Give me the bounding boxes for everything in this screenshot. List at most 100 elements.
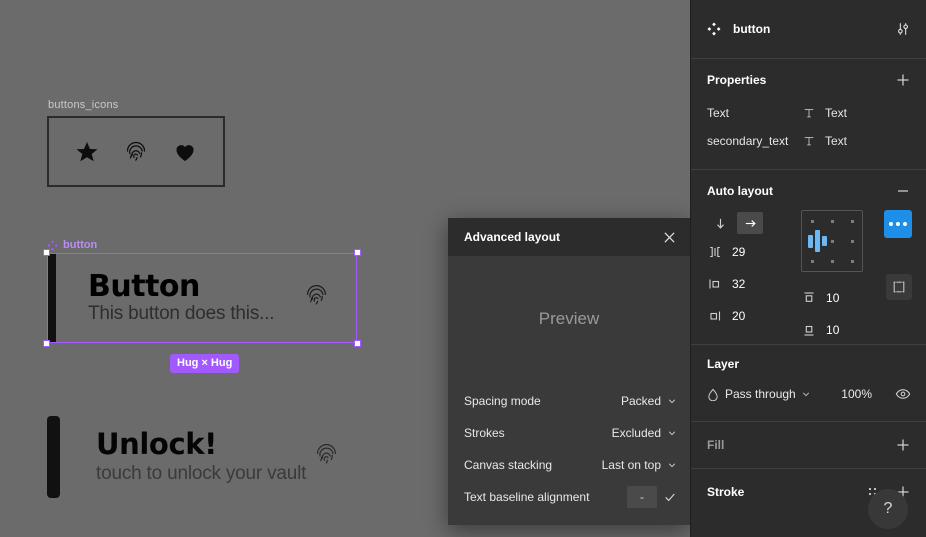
sliders-icon[interactable]	[894, 20, 912, 38]
arrow-right-icon[interactable]	[737, 212, 763, 234]
dialog-preview-area: Preview	[448, 256, 690, 381]
star-icon[interactable]	[74, 139, 100, 165]
padding-top-icon	[801, 291, 817, 305]
properties-section: Properties Text Text secondary_text Text	[691, 59, 926, 169]
component-set-icon	[707, 22, 721, 36]
row-canvas-stacking[interactable]: Canvas stacking Last on top	[448, 449, 690, 481]
heart-icon[interactable]	[172, 139, 198, 165]
padding-left-field[interactable]: 32	[707, 268, 795, 300]
auto-layout-section: Auto layout 29 32 20 10 10	[691, 170, 926, 344]
preview-label: Preview	[538, 308, 600, 328]
row-text-baseline-alignment[interactable]: Text baseline alignment -	[448, 481, 690, 513]
blend-mode-value: Pass through	[725, 387, 796, 401]
frame-label-buttons-icons[interactable]: buttons_icons	[48, 99, 118, 111]
padding-top-value: 10	[826, 291, 840, 305]
align-dot[interactable]	[831, 240, 835, 243]
fingerprint-icon[interactable]	[123, 139, 149, 165]
align-dot[interactable]	[811, 260, 815, 263]
chevron-down-icon	[668, 431, 676, 436]
resize-handle-top-left[interactable]	[43, 249, 50, 256]
close-icon[interactable]	[663, 231, 676, 244]
dialog-title-bar[interactable]: Advanced layout	[448, 218, 690, 256]
plus-icon[interactable]	[894, 436, 912, 454]
minus-icon[interactable]	[894, 182, 912, 200]
padding-top-field[interactable]: 10	[801, 282, 870, 314]
resize-handle-bottom-right[interactable]	[354, 340, 361, 347]
align-dot[interactable]	[851, 260, 855, 263]
text-type-icon	[803, 135, 825, 147]
gap-field[interactable]: 29	[707, 236, 795, 268]
align-dot[interactable]	[811, 220, 815, 223]
row-label: Spacing mode	[464, 394, 541, 408]
padding-left-icon	[707, 277, 723, 291]
gap-value: 29	[732, 245, 746, 259]
chevron-down-icon	[668, 463, 676, 468]
padding-right-icon	[707, 309, 723, 323]
property-value: Text	[825, 106, 848, 120]
padding-bottom-icon	[801, 323, 817, 337]
help-button[interactable]: ?	[868, 489, 908, 529]
padding-right-field[interactable]: 20	[707, 300, 795, 332]
resize-handle-top-right[interactable]	[354, 249, 361, 256]
row-spacing-mode[interactable]: Spacing mode Packed	[448, 385, 690, 417]
plus-icon[interactable]	[894, 71, 912, 89]
help-label: ?	[883, 500, 893, 517]
opacity-value[interactable]: 100%	[841, 387, 872, 401]
button-component[interactable]: Button This button does this...	[43, 249, 361, 347]
canvas-stacking-dropdown[interactable]: Last on top	[602, 458, 676, 472]
arrow-down-icon[interactable]	[707, 212, 733, 234]
padding-right-value: 20	[732, 309, 746, 323]
unlock-subtitle: touch to unlock your vault	[96, 462, 307, 484]
fit-content-icon[interactable]	[886, 274, 912, 300]
property-row-text[interactable]: Text Text	[707, 99, 912, 127]
blend-mode-dropdown[interactable]: Pass through	[707, 387, 833, 401]
padding-bottom-field[interactable]: 10	[801, 314, 870, 346]
row-label: Canvas stacking	[464, 458, 553, 472]
stroke-section: Stroke ?	[691, 469, 926, 529]
ellipsis-icon[interactable]	[884, 210, 912, 238]
unlock-accent-bar	[47, 416, 60, 498]
property-name: Text	[707, 106, 730, 120]
blend-mode-icon	[708, 388, 718, 401]
unlock-instance[interactable]: Unlock! touch to unlock your vault	[47, 410, 357, 504]
align-dot[interactable]	[831, 220, 835, 223]
padding-left-value: 32	[732, 277, 746, 291]
row-label: Strokes	[464, 426, 505, 440]
chevron-down-icon	[668, 399, 676, 404]
spacing-mode-dropdown[interactable]: Packed	[621, 394, 676, 408]
dialog-title: Advanced layout	[464, 230, 561, 244]
align-dot[interactable]	[851, 220, 855, 223]
layer-section: Layer Pass through 100%	[691, 345, 926, 421]
fingerprint-icon	[314, 442, 339, 472]
align-dot[interactable]	[831, 260, 835, 263]
property-row-secondary-text[interactable]: secondary_text Text	[707, 127, 912, 155]
component-name-label[interactable]: button	[47, 239, 97, 251]
chevron-down-icon	[802, 392, 809, 397]
align-dot[interactable]	[851, 240, 855, 243]
strokes-dropdown[interactable]: Excluded	[612, 426, 676, 440]
baseline-value-box[interactable]: -	[627, 486, 657, 508]
fill-title: Fill	[707, 438, 725, 452]
row-value: Last on top	[601, 458, 661, 472]
resize-handle-bottom-left[interactable]	[43, 340, 50, 347]
fingerprint-icon	[304, 283, 329, 313]
gap-horizontal-icon	[707, 245, 723, 259]
dialog-rows: Spacing mode Packed Strokes Excluded Can…	[448, 381, 690, 513]
check-icon	[665, 493, 675, 502]
layer-row: Pass through 100%	[707, 381, 912, 407]
alignment-grid[interactable]	[801, 210, 864, 272]
advanced-layout-dialog[interactable]: Advanced layout Preview Spacing mode Pac…	[448, 218, 690, 525]
button-subtitle: This button does this...	[88, 303, 275, 325]
property-value: Text	[825, 134, 848, 148]
right-properties-panel: button Properties Text Text secondary_te…	[690, 0, 926, 537]
button-accent-bar	[47, 253, 56, 343]
property-name: secondary_text	[707, 134, 789, 148]
icons-frame[interactable]	[47, 116, 225, 187]
row-label: Text baseline alignment	[464, 490, 590, 504]
selected-node-name: button	[733, 22, 771, 36]
row-strokes[interactable]: Strokes Excluded	[448, 417, 690, 449]
text-type-icon	[803, 107, 825, 119]
resize-badge[interactable]: Hug × Hug	[170, 354, 240, 373]
fill-section: Fill	[691, 422, 926, 468]
eye-icon[interactable]	[894, 385, 912, 403]
